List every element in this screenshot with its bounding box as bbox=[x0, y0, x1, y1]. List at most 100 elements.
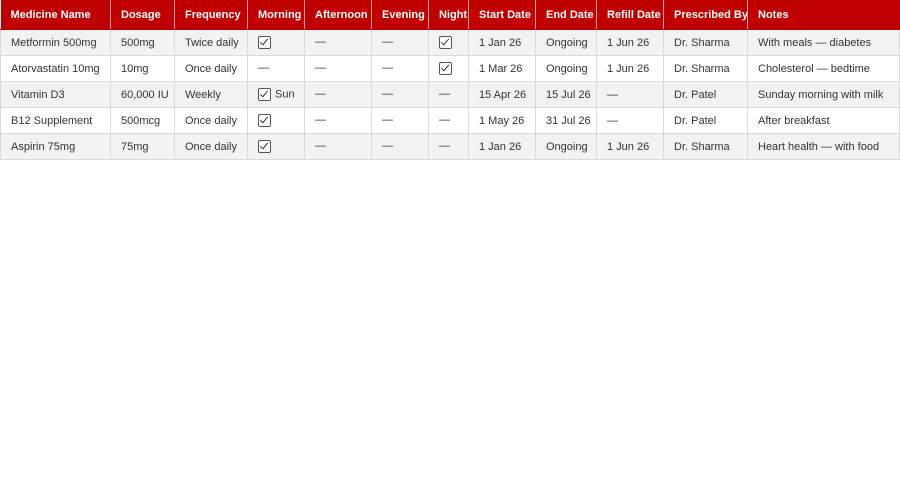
cell-night[interactable] bbox=[428, 29, 469, 56]
cell-start-date[interactable]: 15 Apr 26 bbox=[468, 81, 536, 108]
table-row: B12 Supplement 500mcg Once daily — — — 1 May 2… bbox=[0, 107, 900, 134]
cell-evening[interactable]: — bbox=[371, 29, 429, 56]
cell-afternoon-text: — bbox=[315, 88, 326, 101]
cell-evening[interactable]: — bbox=[371, 133, 429, 160]
cell-night[interactable] bbox=[428, 55, 469, 82]
header-medicine-name[interactable]: Medicine Name bbox=[0, 0, 111, 30]
cell-morning[interactable]: — bbox=[247, 55, 305, 82]
cell-prescribed-by[interactable]: Dr. Sharma bbox=[663, 133, 748, 160]
cell-notes[interactable]: Heart health — with food bbox=[747, 133, 900, 160]
header-start-date[interactable]: Start Date bbox=[468, 0, 536, 30]
cell-notes[interactable]: After breakfast bbox=[747, 107, 900, 134]
cell-prescribed-by[interactable]: Dr. Patel bbox=[663, 107, 748, 134]
cell-notes[interactable]: Sunday morning with milk bbox=[747, 81, 900, 108]
cell-night[interactable]: — bbox=[428, 107, 469, 134]
cell-start-date[interactable]: 1 Mar 26 bbox=[468, 55, 536, 82]
cell-end-date[interactable]: Ongoing bbox=[535, 55, 597, 82]
header-row: Medicine Name Dosage Frequency Morning A… bbox=[0, 0, 900, 30]
cell-prescribed-by[interactable]: Dr. Sharma bbox=[663, 29, 748, 56]
cell-end-date[interactable]: 15 Jul 26 bbox=[535, 81, 597, 108]
cell-evening-text: — bbox=[382, 88, 393, 101]
cell-medicine-name[interactable]: Aspirin 75mg bbox=[0, 133, 111, 160]
cell-afternoon[interactable]: — bbox=[304, 81, 372, 108]
cell-start-date[interactable]: 1 Jan 26 bbox=[468, 29, 536, 56]
cell-afternoon-text: — bbox=[315, 114, 326, 127]
cell-morning[interactable] bbox=[247, 133, 305, 160]
header-evening[interactable]: Evening bbox=[371, 0, 429, 30]
cell-refill-date[interactable]: 1 Jun 26 bbox=[596, 29, 664, 56]
cell-prescribed-by[interactable]: Dr. Sharma bbox=[663, 55, 748, 82]
cell-start-date[interactable]: 1 Jan 26 bbox=[468, 133, 536, 160]
cell-prescribed-by[interactable]: Dr. Patel bbox=[663, 81, 748, 108]
cell-medicine-name[interactable]: Metformin 500mg bbox=[0, 29, 111, 56]
cell-evening[interactable]: — bbox=[371, 107, 429, 134]
cell-morning-text: Sun bbox=[275, 88, 295, 101]
cell-medicine-name[interactable]: B12 Supplement bbox=[0, 107, 111, 134]
cell-refill-date[interactable]: 1 Jun 26 bbox=[596, 55, 664, 82]
medication-table: Medicine Name Dosage Frequency Morning A… bbox=[0, 0, 900, 160]
cell-frequency[interactable]: Twice daily bbox=[174, 29, 248, 56]
header-end-date[interactable]: End Date bbox=[535, 0, 597, 30]
cell-night-text: — bbox=[439, 140, 450, 153]
cell-morning[interactable] bbox=[247, 107, 305, 134]
cell-dosage[interactable]: 60,000 IU bbox=[110, 81, 175, 108]
cell-dosage[interactable]: 75mg bbox=[110, 133, 175, 160]
cell-afternoon[interactable]: — bbox=[304, 133, 372, 160]
cell-frequency[interactable]: Once daily bbox=[174, 107, 248, 134]
cell-afternoon-text: — bbox=[315, 36, 326, 49]
cell-dosage[interactable]: 500mcg bbox=[110, 107, 175, 134]
cell-evening-text: — bbox=[382, 114, 393, 127]
cell-end-date[interactable]: Ongoing bbox=[535, 29, 597, 56]
checkbox-checked-icon[interactable] bbox=[258, 140, 271, 153]
checkbox-checked-icon[interactable] bbox=[258, 114, 271, 127]
cell-frequency[interactable]: Once daily bbox=[174, 55, 248, 82]
cell-evening[interactable]: — bbox=[371, 55, 429, 82]
header-notes[interactable]: Notes bbox=[747, 0, 900, 30]
checkbox-checked-icon[interactable] bbox=[439, 36, 452, 49]
header-morning[interactable]: Morning bbox=[247, 0, 305, 30]
checkbox-checked-icon[interactable] bbox=[258, 36, 271, 49]
cell-evening[interactable]: — bbox=[371, 81, 429, 108]
cell-night-text: — bbox=[439, 88, 450, 101]
header-night[interactable]: Night bbox=[428, 0, 469, 30]
header-prescribed-by[interactable]: Prescribed By bbox=[663, 0, 748, 30]
cell-frequency[interactable]: Weekly bbox=[174, 81, 248, 108]
checkbox-checked-icon[interactable] bbox=[258, 88, 271, 101]
cell-evening-text: — bbox=[382, 62, 393, 75]
cell-frequency[interactable]: Once daily bbox=[174, 133, 248, 160]
cell-evening-text: — bbox=[382, 140, 393, 153]
cell-dosage[interactable]: 500mg bbox=[110, 29, 175, 56]
cell-refill-date[interactable]: — bbox=[596, 107, 664, 134]
cell-evening-text: — bbox=[382, 36, 393, 49]
table-row: Vitamin D3 60,000 IU Weekly Sun — — — 15 Apr 26… bbox=[0, 81, 900, 108]
header-afternoon[interactable]: Afternoon bbox=[304, 0, 372, 30]
cell-medicine-name[interactable]: Vitamin D3 bbox=[0, 81, 111, 108]
cell-notes[interactable]: With meals — diabetes bbox=[747, 29, 900, 56]
cell-afternoon-text: — bbox=[315, 62, 326, 75]
cell-end-date[interactable]: 31 Jul 26 bbox=[535, 107, 597, 134]
header-dosage[interactable]: Dosage bbox=[110, 0, 175, 30]
cell-medicine-name[interactable]: Atorvastatin 10mg bbox=[0, 55, 111, 82]
cell-notes[interactable]: Cholesterol — bedtime bbox=[747, 55, 900, 82]
cell-night-text: — bbox=[439, 114, 450, 127]
cell-morning[interactable]: Sun bbox=[247, 81, 305, 108]
header-refill-date[interactable]: Refill Date bbox=[596, 0, 664, 30]
cell-dosage[interactable]: 10mg bbox=[110, 55, 175, 82]
cell-afternoon[interactable]: — bbox=[304, 55, 372, 82]
cell-start-date[interactable]: 1 May 26 bbox=[468, 107, 536, 134]
cell-afternoon[interactable]: — bbox=[304, 107, 372, 134]
medication-sheet: Medicine Name Dosage Frequency Morning A… bbox=[0, 0, 900, 160]
checkbox-checked-icon[interactable] bbox=[439, 62, 452, 75]
header-frequency[interactable]: Frequency bbox=[174, 0, 248, 30]
cell-morning[interactable] bbox=[247, 29, 305, 56]
cell-refill-date[interactable]: 1 Jun 26 bbox=[596, 133, 664, 160]
cell-night[interactable]: — bbox=[428, 81, 469, 108]
cell-night[interactable]: — bbox=[428, 133, 469, 160]
table-body: Metformin 500mg 500mg Twice daily — —1 Jan 2… bbox=[0, 29, 900, 160]
table-row: Atorvastatin 10mg 10mg Once daily — — — 1 Mar … bbox=[0, 55, 900, 82]
cell-end-date[interactable]: Ongoing bbox=[535, 133, 597, 160]
cell-afternoon[interactable]: — bbox=[304, 29, 372, 56]
cell-morning-text: — bbox=[258, 62, 269, 75]
table-row: Aspirin 75mg 75mg Once daily — — — 1 Jan 26 Ong… bbox=[0, 133, 900, 160]
cell-refill-date[interactable]: — bbox=[596, 81, 664, 108]
